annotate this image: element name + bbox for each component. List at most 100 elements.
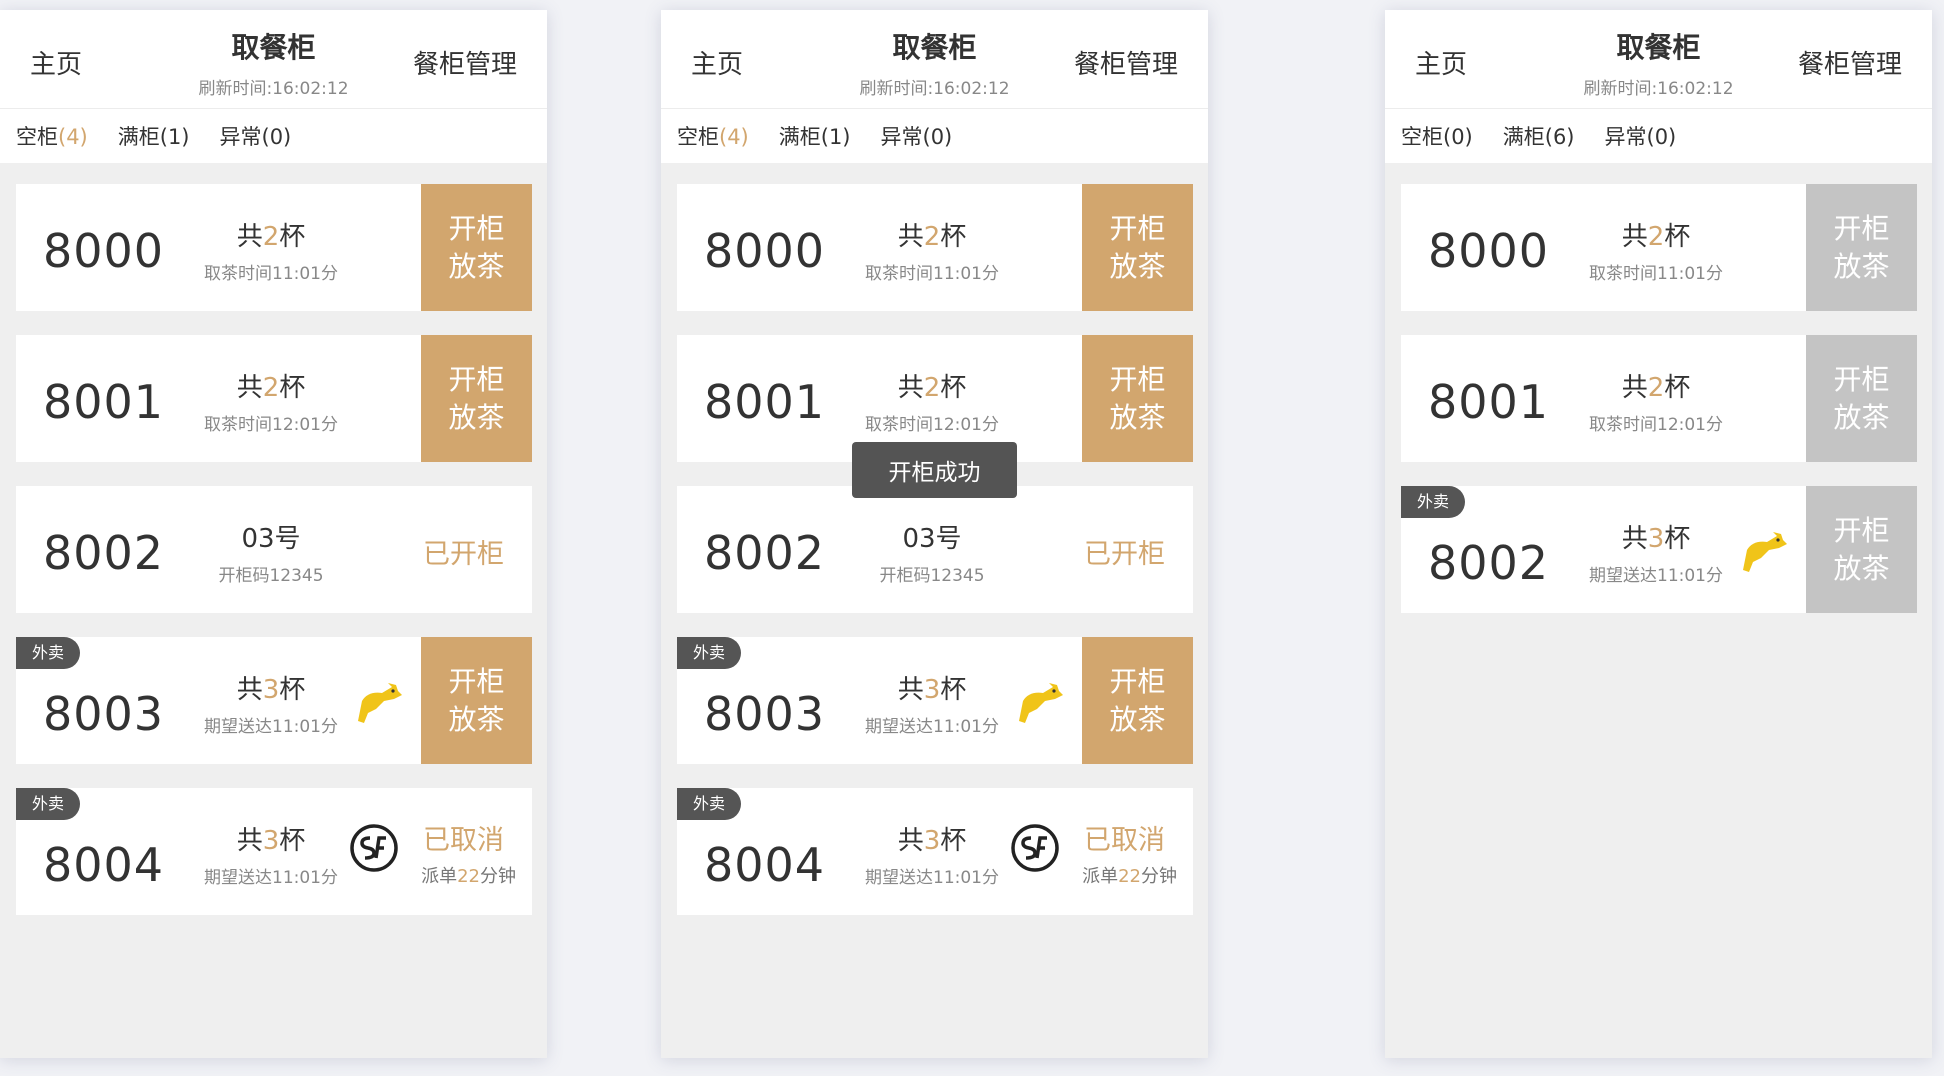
open-cabinet-button-disabled[interactable]: 开柜 放茶 [1806,335,1917,462]
home-link[interactable]: 主页 [691,44,743,81]
filter-full[interactable]: 满柜(6) [1503,121,1575,151]
cup-number: 3 [923,675,941,705]
pickup-time: 取茶时间11:01分 [865,264,999,284]
cabinet-card: 8000 共2杯 取茶时间11:01分 开柜 放茶 [677,184,1193,311]
action-label-2: 放茶 [448,249,505,283]
filter-abnormal[interactable]: 异常(0) [220,121,292,151]
slot-number: 03号 [241,524,301,554]
action-label-1: 开柜 [448,664,505,698]
cabinet-number: 8003 [704,687,826,741]
cup-number: 2 [262,222,280,252]
open-cabinet-button[interactable]: 开柜 放茶 [421,335,532,462]
filter-abnormal[interactable]: 异常(0) [881,121,953,151]
action-label-1: 开柜 [1109,362,1166,396]
order-info: 03号 开柜码12345 [847,518,1017,586]
filter-full[interactable]: 满柜(1) [118,121,190,151]
open-cabinet-button[interactable]: 开柜 放茶 [1082,637,1193,764]
open-cabinet-button[interactable]: 开柜 放茶 [1082,184,1193,311]
filter-abnormal[interactable]: 异常(0) [1605,121,1677,151]
cup-count: 共2杯 [847,367,1017,404]
cabinet-card: 外卖 8004 共3杯 期望送达11:01分 已取消 派单22分钟 [16,788,532,915]
pickup-time: 取茶时间12:01分 [1589,415,1723,435]
cabinet-number: 8000 [704,224,826,278]
home-link[interactable]: 主页 [30,44,82,81]
filter-count: (1) [159,125,190,149]
cup-number: 2 [923,222,941,252]
cabinet-number: 8004 [704,838,826,892]
cup-number: 2 [262,373,280,403]
cup-prefix: 共 [1621,524,1648,554]
order-info: 共2杯 取茶时间11:01分 [1571,216,1741,284]
filter-count: (0) [1443,125,1473,149]
cup-number: 3 [923,826,941,856]
open-cabinet-button-disabled[interactable]: 开柜 放茶 [1806,184,1917,311]
success-toast: 开柜成功 [852,442,1017,498]
cup-prefix: 共 [236,373,263,403]
cup-prefix: 共 [1621,222,1648,252]
action-label-2: 放茶 [1833,400,1890,434]
manage-link[interactable]: 餐柜管理 [413,44,517,81]
delivery-tag: 外卖 [677,788,741,820]
filter-empty[interactable]: 空柜(4) [16,121,88,151]
filter-empty[interactable]: 空柜(4) [677,121,749,151]
action-label-2: 放茶 [448,702,505,736]
filter-count: (0) [922,125,953,149]
cup-count: 共2杯 [847,216,1017,253]
filter-label: 异常 [880,125,923,149]
manage-link[interactable]: 餐柜管理 [1798,44,1902,81]
cabinet-card: 8000 共2杯 取茶时间11:01分 开柜 放茶 [16,184,532,311]
top-bar: 主页 取餐柜 刷新时间:16:02:12 餐柜管理 [1385,10,1932,109]
sf-express-icon [1011,824,1059,872]
order-info: 共3杯 期望送达11:01分 [186,820,356,888]
kangaroo-courier-icon [1743,532,1787,572]
order-info: 共2杯 取茶时间12:01分 [1571,367,1741,435]
action-label-2: 放茶 [1109,249,1166,283]
cup-prefix: 共 [236,222,263,252]
cabinet-screen-1: 主页 取餐柜 刷新时间:16:02:12 餐柜管理 空柜(4) 满柜(1) 异常… [0,10,547,1058]
home-link[interactable]: 主页 [1415,44,1467,81]
cabinet-number: 8004 [43,838,165,892]
status-cancelled: 已取消 [1084,825,1165,856]
action-label-2: 放茶 [1833,249,1890,283]
order-info: 共3杯 期望送达11:01分 [847,669,1017,737]
manage-link[interactable]: 餐柜管理 [1074,44,1178,81]
action-label-1: 开柜 [1109,664,1166,698]
filter-count: (0) [1646,125,1677,149]
cabinet-card: 8002 03号 开柜码12345 已开柜 [677,486,1193,613]
open-cabinet-button[interactable]: 开柜 放茶 [1082,335,1193,462]
cabinet-number: 8000 [1428,224,1550,278]
action-label-1: 开柜 [448,211,505,245]
sf-express-icon [350,824,398,872]
filter-full[interactable]: 满柜(1) [779,121,851,151]
filter-count: (4) [719,125,749,149]
cup-prefix: 共 [897,373,924,403]
cup-count: 共2杯 [1571,216,1741,253]
open-cabinet-button-disabled[interactable]: 开柜 放茶 [1806,486,1917,613]
filter-empty[interactable]: 空柜(0) [1401,121,1473,151]
open-cabinet-button[interactable]: 开柜 放茶 [421,637,532,764]
filter-label: 满柜 [117,125,160,149]
cup-number: 3 [262,826,280,856]
filter-label: 空柜 [677,125,719,149]
cup-count: 共3杯 [847,820,1017,857]
expected-delivery: 期望送达11:01分 [204,868,338,888]
cup-suffix: 杯 [279,826,306,856]
action-label-2: 放茶 [1109,702,1166,736]
cup-suffix: 杯 [279,373,306,403]
cup-suffix: 杯 [940,222,967,252]
order-info: 共2杯 取茶时间11:01分 [847,216,1017,284]
open-cabinet-button[interactable]: 开柜 放茶 [421,184,532,311]
cup-suffix: 杯 [1664,222,1691,252]
cabinet-card: 外卖 8003 共3杯 期望送达11:01分 开柜 放茶 [677,637,1193,764]
order-info: 共2杯 取茶时间12:01分 [847,367,1017,435]
cabinet-card: 外卖 8004 共3杯 期望送达11:01分 已取消 派单22分钟 [677,788,1193,915]
cup-prefix: 共 [236,826,263,856]
order-info: 共2杯 取茶时间11:01分 [186,216,356,284]
cabinet-card: 外卖 8003 共3杯 期望送达11:01分 开柜 放茶 [16,637,532,764]
cabinet-screen-2: 主页 取餐柜 刷新时间:16:02:12 餐柜管理 空柜(4) 满柜(1) 异常… [661,10,1208,1058]
cabinet-number: 8001 [1428,375,1550,429]
order-info: 共3杯 期望送达11:01分 [847,820,1017,888]
status-cancelled: 已取消 [423,825,504,856]
delivery-tag: 外卖 [16,637,80,669]
cup-prefix: 共 [1621,373,1648,403]
